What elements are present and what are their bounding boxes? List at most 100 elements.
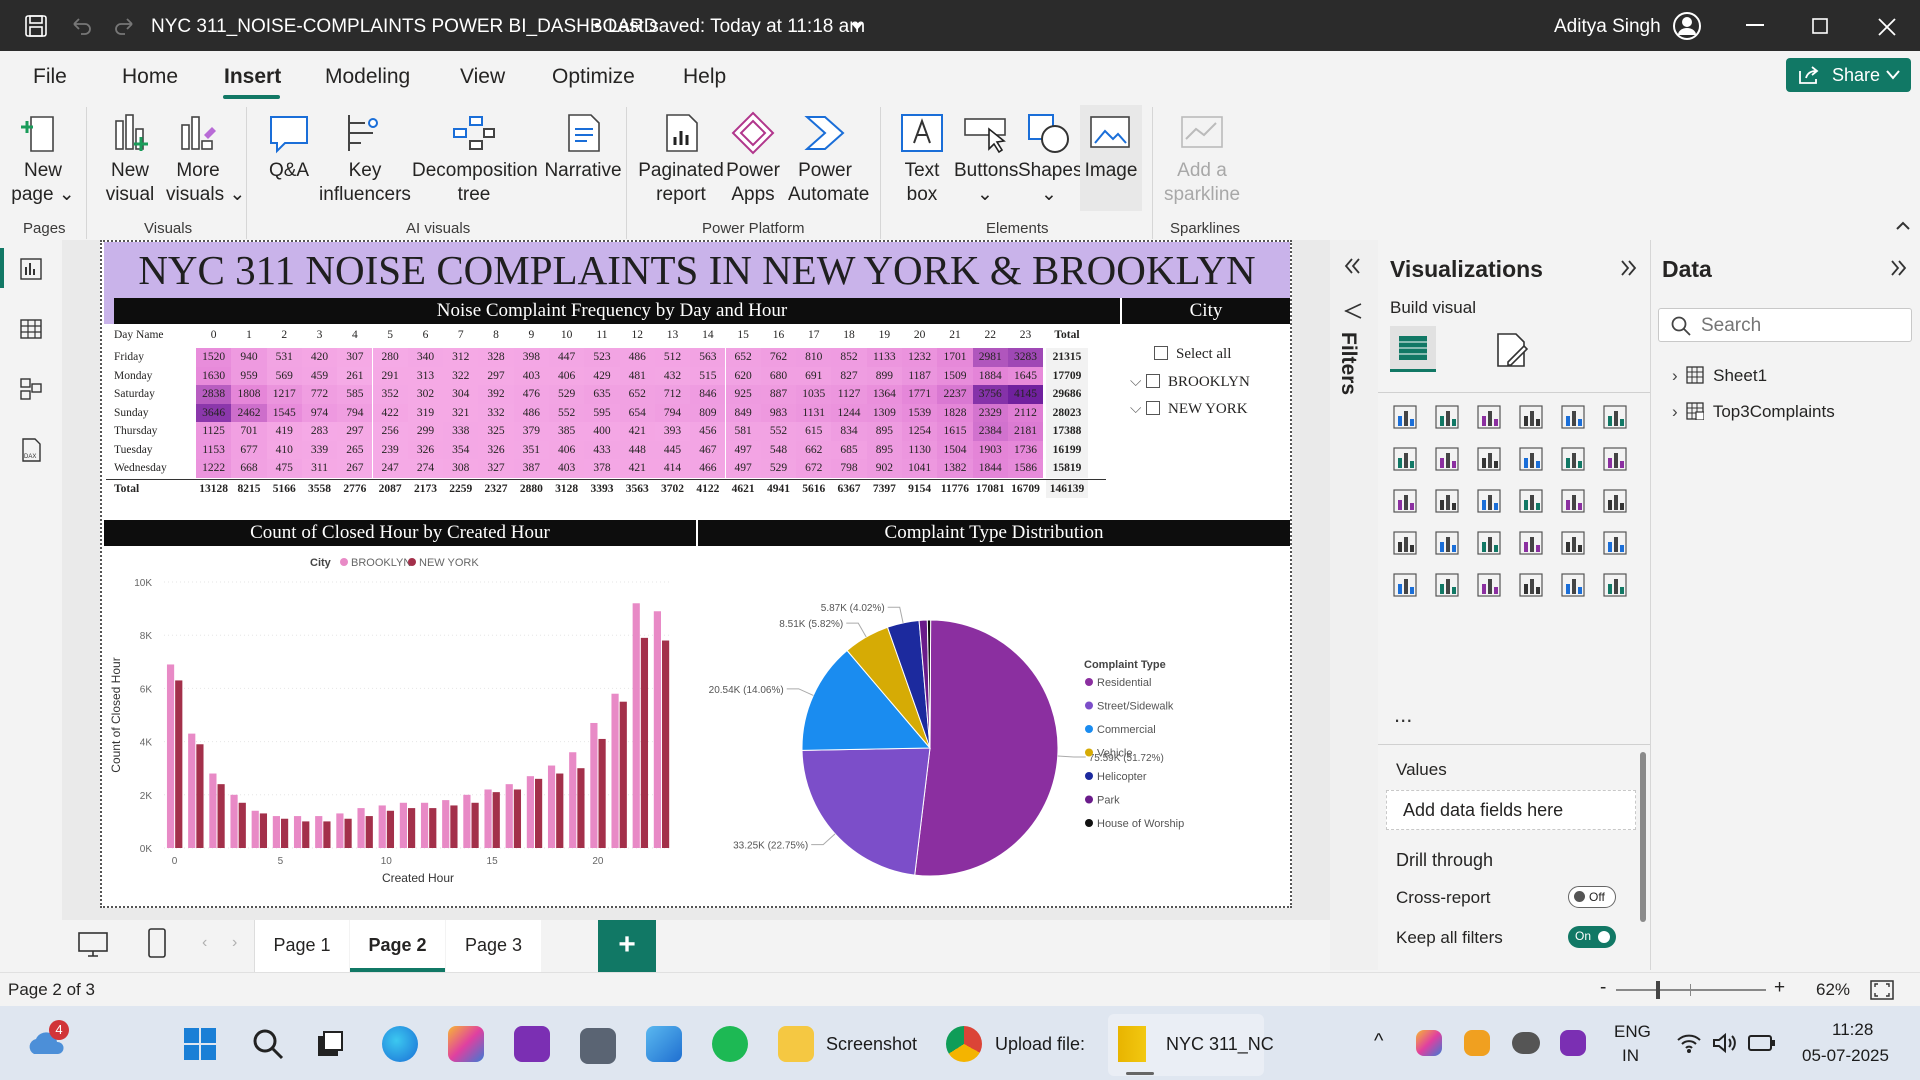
buttons-button[interactable]: Buttons ⌄	[954, 111, 1018, 207]
checkbox[interactable]	[1146, 401, 1160, 415]
build-visual-tab[interactable]	[1390, 326, 1436, 372]
copilot-icon[interactable]	[448, 1026, 484, 1062]
zoom-slider[interactable]	[1616, 989, 1766, 991]
text-box-button[interactable]: Text box	[896, 111, 948, 207]
checkbox[interactable]	[1154, 346, 1168, 360]
save-icon[interactable]	[24, 14, 48, 38]
table-view-icon[interactable]	[20, 318, 42, 340]
menu-view[interactable]: View	[460, 65, 505, 89]
format-visual-icon[interactable]	[1494, 332, 1530, 368]
battery-icon[interactable]	[1748, 1034, 1776, 1052]
taskbar-app-upload[interactable]: Upload file:	[995, 1034, 1085, 1055]
fit-to-page-icon[interactable]	[1870, 980, 1894, 1000]
menu-insert[interactable]: Insert	[224, 65, 281, 89]
chevron-down-icon[interactable]: ⌵	[1130, 400, 1146, 418]
cross-report-toggle[interactable]: Off	[1568, 886, 1616, 908]
spotify-icon[interactable]	[712, 1026, 748, 1062]
windows-start-icon[interactable]	[184, 1028, 216, 1060]
scroll-left-icon[interactable]: ‹	[202, 934, 207, 952]
data-search-box[interactable]	[1658, 308, 1912, 342]
taskbar-app-screenshot[interactable]: Screenshot	[826, 1034, 917, 1055]
folder-icon[interactable]	[778, 1026, 814, 1062]
zoom-out-button[interactable]: -	[1600, 977, 1606, 999]
mobile-layout-icon[interactable]	[148, 928, 166, 958]
chevron-down-icon[interactable]	[850, 22, 864, 32]
chevron-right-icon[interactable]: ›	[1672, 402, 1678, 421]
power-apps-button[interactable]: Power Apps	[726, 111, 780, 207]
undo-icon[interactable]	[70, 14, 94, 38]
saved-status[interactable]: Last saved: Today at 11:18 am	[608, 16, 865, 38]
volume-icon[interactable]	[1712, 1032, 1738, 1054]
menu-modeling[interactable]: Modeling	[325, 65, 410, 89]
power-automate-button[interactable]: Power Automate	[788, 111, 869, 207]
table-item-top3complaints[interactable]: › Top3Complaints	[1672, 402, 1835, 422]
more-visuals-button[interactable]: More visuals ⌄	[166, 111, 245, 207]
menu-optimize[interactable]: Optimize	[552, 65, 635, 89]
collapse-left-icon[interactable]	[1344, 258, 1362, 274]
image-button[interactable]: Image	[1080, 105, 1142, 211]
show-hidden-icons[interactable]: ^	[1374, 1030, 1383, 1053]
key-influencers-button[interactable]: Key influencers	[318, 111, 412, 207]
add-page-button[interactable]: +	[598, 920, 656, 972]
page-tab-2[interactable]: Page 2	[350, 920, 445, 972]
share-button[interactable]: Share	[1786, 58, 1911, 92]
language-primary[interactable]: ENG	[1614, 1022, 1651, 1042]
expand-right-icon[interactable]	[1620, 260, 1638, 276]
language-secondary[interactable]: IN	[1622, 1046, 1639, 1066]
camera-icon[interactable]	[580, 1028, 616, 1064]
table-item-sheet1[interactable]: › Sheet1	[1672, 366, 1767, 386]
menu-file[interactable]: File	[33, 65, 67, 89]
dax-query-view-icon[interactable]: DAX	[20, 438, 42, 462]
decomposition-tree-button[interactable]: Decomposition tree	[412, 111, 538, 207]
clock-date[interactable]: 05-07-2025	[1802, 1046, 1889, 1066]
desktop-layout-icon[interactable]	[78, 932, 108, 958]
chevron-right-icon[interactable]: ›	[1672, 366, 1678, 385]
chevron-down-icon[interactable]: ⌵	[1130, 373, 1146, 391]
onedrive-icon[interactable]	[1512, 1032, 1540, 1054]
closed-hour-bar-chart[interactable]: City BROOKLYN NEW YORK 0K 2K 4K 6K 8K 10K 0 5 10 15 2…	[104, 548, 696, 908]
complaint-type-pie-chart[interactable]: 75.59K (51.72%)33.25K (22.75%)20.54K (14…	[698, 548, 1290, 908]
clock-time[interactable]: 11:28	[1832, 1020, 1873, 1040]
avatar-icon[interactable]	[1672, 11, 1702, 41]
taskbar-active-app[interactable]: NYC 311_NC	[1108, 1014, 1274, 1076]
scrollbar[interactable]	[1640, 752, 1646, 922]
scroll-right-icon[interactable]: ›	[232, 934, 237, 952]
onenote-icon[interactable]	[514, 1026, 550, 1062]
narrative-button[interactable]: Narrative	[536, 111, 630, 183]
slicer-select-all[interactable]: Select all	[1154, 346, 1231, 363]
filters-pane-collapsed[interactable]: Filters	[1330, 240, 1378, 970]
new-visual-button[interactable]: New visual	[100, 111, 160, 207]
paginated-report-button[interactable]: Paginated report	[638, 111, 724, 207]
copilot-tray-icon[interactable]	[1416, 1030, 1442, 1056]
page-tab-3[interactable]: Page 3	[446, 920, 541, 972]
zoom-in-button[interactable]: +	[1774, 977, 1785, 999]
maximize-icon[interactable]	[1812, 18, 1828, 34]
page-tab-1[interactable]: Page 1	[254, 920, 349, 972]
new-page-button[interactable]: New page ⌄	[10, 111, 76, 207]
checkbox[interactable]	[1146, 374, 1160, 388]
redo-icon[interactable]	[112, 14, 136, 38]
more-visuals-ellipsis[interactable]: ...	[1394, 702, 1412, 728]
keep-filters-toggle[interactable]: On	[1568, 926, 1616, 948]
onenote-tray-icon[interactable]	[1560, 1030, 1586, 1056]
menu-help[interactable]: Help	[683, 65, 726, 89]
slicer-option-new-york[interactable]: ⌵ NEW YORK	[1130, 400, 1248, 418]
tray-app-icon[interactable]	[1464, 1030, 1490, 1056]
zoom-slider-thumb[interactable]	[1656, 981, 1660, 999]
search-input[interactable]	[1701, 314, 1901, 338]
model-view-icon[interactable]	[20, 378, 42, 400]
visualization-types-grid[interactable]	[1390, 402, 1630, 612]
collapse-ribbon-icon[interactable]	[1896, 221, 1910, 231]
expand-right-icon[interactable]	[1890, 260, 1908, 276]
minimize-icon[interactable]	[1746, 24, 1764, 28]
task-view-icon[interactable]	[316, 1030, 344, 1058]
slicer-option-brooklyn[interactable]: ⌵ BROOKLYN	[1130, 373, 1250, 391]
qa-button[interactable]: Q&A	[262, 111, 316, 183]
report-view-icon[interactable]	[20, 258, 42, 280]
edge-icon[interactable]	[382, 1026, 418, 1062]
photos-icon[interactable]	[646, 1026, 682, 1062]
chrome-icon[interactable]	[946, 1026, 982, 1062]
menu-home[interactable]: Home	[122, 65, 178, 89]
shapes-button[interactable]: Shapes ⌄	[1018, 111, 1082, 207]
wifi-icon[interactable]	[1676, 1032, 1702, 1054]
